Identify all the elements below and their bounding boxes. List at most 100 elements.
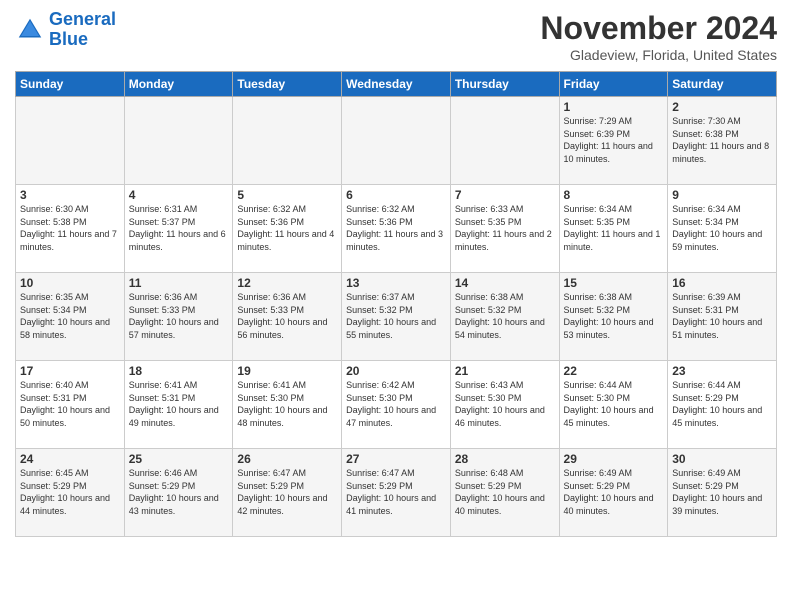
table-row: 15Sunrise: 6:38 AM Sunset: 5:32 PM Dayli… [559, 273, 668, 361]
table-row: 7Sunrise: 6:33 AM Sunset: 5:35 PM Daylig… [450, 185, 559, 273]
day-number: 25 [129, 452, 229, 466]
table-row: 20Sunrise: 6:42 AM Sunset: 5:30 PM Dayli… [342, 361, 451, 449]
table-row [450, 97, 559, 185]
day-number: 21 [455, 364, 555, 378]
col-thursday: Thursday [450, 72, 559, 97]
day-number: 10 [20, 276, 120, 290]
logo-line2: Blue [49, 30, 116, 50]
table-row: 24Sunrise: 6:45 AM Sunset: 5:29 PM Dayli… [16, 449, 125, 537]
day-number: 12 [237, 276, 337, 290]
table-row: 23Sunrise: 6:44 AM Sunset: 5:29 PM Dayli… [668, 361, 777, 449]
day-info: Sunrise: 6:30 AM Sunset: 5:38 PM Dayligh… [20, 203, 120, 253]
table-row: 28Sunrise: 6:48 AM Sunset: 5:29 PM Dayli… [450, 449, 559, 537]
day-info: Sunrise: 6:49 AM Sunset: 5:29 PM Dayligh… [564, 467, 664, 517]
day-number: 1 [564, 100, 664, 114]
day-number: 16 [672, 276, 772, 290]
day-info: Sunrise: 6:47 AM Sunset: 5:29 PM Dayligh… [346, 467, 446, 517]
table-row: 12Sunrise: 6:36 AM Sunset: 5:33 PM Dayli… [233, 273, 342, 361]
table-row: 22Sunrise: 6:44 AM Sunset: 5:30 PM Dayli… [559, 361, 668, 449]
calendar-header: Sunday Monday Tuesday Wednesday Thursday… [16, 72, 777, 97]
day-info: Sunrise: 6:41 AM Sunset: 5:31 PM Dayligh… [129, 379, 229, 429]
day-info: Sunrise: 6:34 AM Sunset: 5:35 PM Dayligh… [564, 203, 664, 253]
day-info: Sunrise: 6:33 AM Sunset: 5:35 PM Dayligh… [455, 203, 555, 253]
day-info: Sunrise: 6:32 AM Sunset: 5:36 PM Dayligh… [237, 203, 337, 253]
col-tuesday: Tuesday [233, 72, 342, 97]
table-row: 4Sunrise: 6:31 AM Sunset: 5:37 PM Daylig… [124, 185, 233, 273]
day-number: 23 [672, 364, 772, 378]
col-sunday: Sunday [16, 72, 125, 97]
day-number: 30 [672, 452, 772, 466]
col-monday: Monday [124, 72, 233, 97]
day-number: 17 [20, 364, 120, 378]
day-number: 13 [346, 276, 446, 290]
day-number: 20 [346, 364, 446, 378]
col-saturday: Saturday [668, 72, 777, 97]
day-info: Sunrise: 6:48 AM Sunset: 5:29 PM Dayligh… [455, 467, 555, 517]
logo-line1: General [49, 9, 116, 29]
table-row: 3Sunrise: 6:30 AM Sunset: 5:38 PM Daylig… [16, 185, 125, 273]
calendar-table: Sunday Monday Tuesday Wednesday Thursday… [15, 71, 777, 537]
day-number: 6 [346, 188, 446, 202]
day-number: 7 [455, 188, 555, 202]
day-number: 18 [129, 364, 229, 378]
day-info: Sunrise: 6:43 AM Sunset: 5:30 PM Dayligh… [455, 379, 555, 429]
logo: General Blue [15, 10, 116, 50]
day-info: Sunrise: 6:39 AM Sunset: 5:31 PM Dayligh… [672, 291, 772, 341]
day-info: Sunrise: 6:49 AM Sunset: 5:29 PM Dayligh… [672, 467, 772, 517]
day-info: Sunrise: 6:31 AM Sunset: 5:37 PM Dayligh… [129, 203, 229, 253]
day-info: Sunrise: 7:29 AM Sunset: 6:39 PM Dayligh… [564, 115, 664, 165]
calendar-body: 1Sunrise: 7:29 AM Sunset: 6:39 PM Daylig… [16, 97, 777, 537]
day-number: 8 [564, 188, 664, 202]
table-row: 17Sunrise: 6:40 AM Sunset: 5:31 PM Dayli… [16, 361, 125, 449]
day-number: 5 [237, 188, 337, 202]
logo-text: General Blue [49, 10, 116, 50]
day-number: 3 [20, 188, 120, 202]
day-number: 15 [564, 276, 664, 290]
day-info: Sunrise: 6:41 AM Sunset: 5:30 PM Dayligh… [237, 379, 337, 429]
table-row: 13Sunrise: 6:37 AM Sunset: 5:32 PM Dayli… [342, 273, 451, 361]
table-row: 30Sunrise: 6:49 AM Sunset: 5:29 PM Dayli… [668, 449, 777, 537]
table-row [16, 97, 125, 185]
day-info: Sunrise: 6:32 AM Sunset: 5:36 PM Dayligh… [346, 203, 446, 253]
day-number: 4 [129, 188, 229, 202]
table-row: 14Sunrise: 6:38 AM Sunset: 5:32 PM Dayli… [450, 273, 559, 361]
location: Gladeview, Florida, United States [540, 47, 777, 63]
logo-icon [15, 15, 45, 45]
table-row: 27Sunrise: 6:47 AM Sunset: 5:29 PM Dayli… [342, 449, 451, 537]
day-number: 2 [672, 100, 772, 114]
table-row: 16Sunrise: 6:39 AM Sunset: 5:31 PM Dayli… [668, 273, 777, 361]
day-info: Sunrise: 6:47 AM Sunset: 5:29 PM Dayligh… [237, 467, 337, 517]
table-row [233, 97, 342, 185]
day-number: 19 [237, 364, 337, 378]
table-row [342, 97, 451, 185]
day-number: 27 [346, 452, 446, 466]
header-section: General Blue November 2024 Gladeview, Fl… [15, 10, 777, 63]
table-row: 2Sunrise: 7:30 AM Sunset: 6:38 PM Daylig… [668, 97, 777, 185]
table-row: 21Sunrise: 6:43 AM Sunset: 5:30 PM Dayli… [450, 361, 559, 449]
day-info: Sunrise: 6:44 AM Sunset: 5:30 PM Dayligh… [564, 379, 664, 429]
day-info: Sunrise: 6:42 AM Sunset: 5:30 PM Dayligh… [346, 379, 446, 429]
title-section: November 2024 Gladeview, Florida, United… [540, 10, 777, 63]
day-number: 28 [455, 452, 555, 466]
day-info: Sunrise: 6:46 AM Sunset: 5:29 PM Dayligh… [129, 467, 229, 517]
day-number: 24 [20, 452, 120, 466]
day-number: 29 [564, 452, 664, 466]
table-row: 29Sunrise: 6:49 AM Sunset: 5:29 PM Dayli… [559, 449, 668, 537]
table-row: 5Sunrise: 6:32 AM Sunset: 5:36 PM Daylig… [233, 185, 342, 273]
day-info: Sunrise: 6:34 AM Sunset: 5:34 PM Dayligh… [672, 203, 772, 253]
table-row: 19Sunrise: 6:41 AM Sunset: 5:30 PM Dayli… [233, 361, 342, 449]
table-row [124, 97, 233, 185]
day-info: Sunrise: 6:45 AM Sunset: 5:29 PM Dayligh… [20, 467, 120, 517]
page-container: General Blue November 2024 Gladeview, Fl… [0, 0, 792, 547]
day-info: Sunrise: 6:38 AM Sunset: 5:32 PM Dayligh… [564, 291, 664, 341]
day-info: Sunrise: 7:30 AM Sunset: 6:38 PM Dayligh… [672, 115, 772, 165]
col-wednesday: Wednesday [342, 72, 451, 97]
day-number: 9 [672, 188, 772, 202]
table-row: 6Sunrise: 6:32 AM Sunset: 5:36 PM Daylig… [342, 185, 451, 273]
table-row: 11Sunrise: 6:36 AM Sunset: 5:33 PM Dayli… [124, 273, 233, 361]
day-number: 14 [455, 276, 555, 290]
day-info: Sunrise: 6:44 AM Sunset: 5:29 PM Dayligh… [672, 379, 772, 429]
month-year: November 2024 [540, 10, 777, 47]
table-row: 8Sunrise: 6:34 AM Sunset: 5:35 PM Daylig… [559, 185, 668, 273]
table-row: 9Sunrise: 6:34 AM Sunset: 5:34 PM Daylig… [668, 185, 777, 273]
